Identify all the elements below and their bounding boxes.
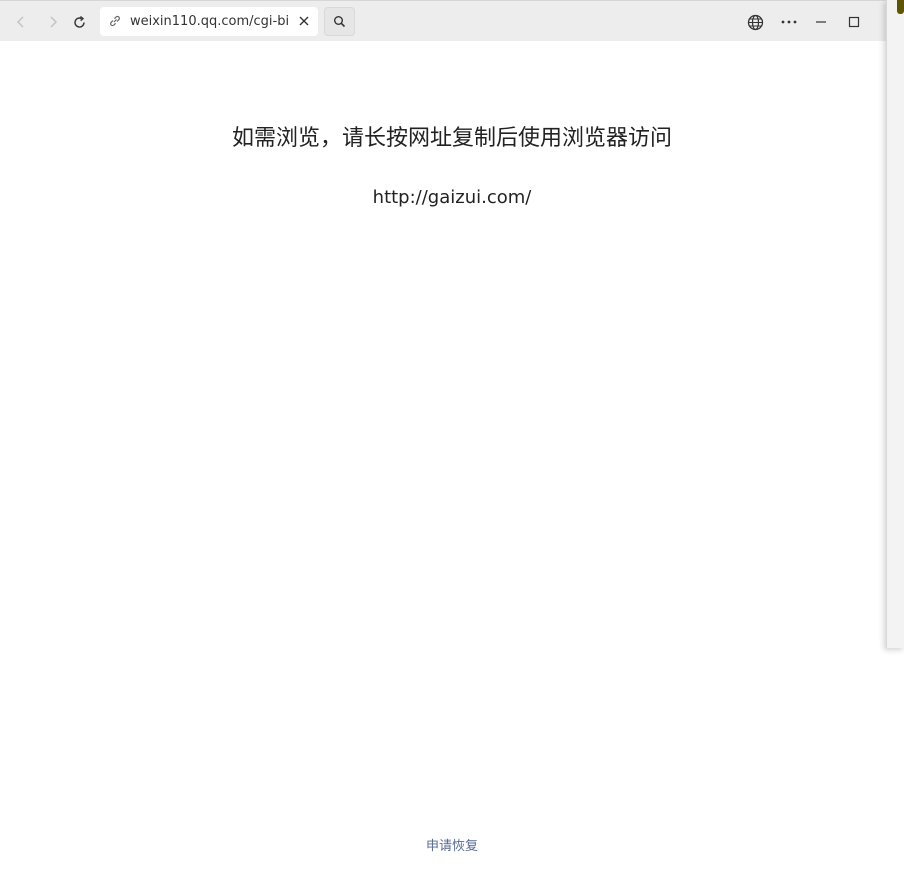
forward-button[interactable] [40, 9, 66, 35]
blocked-url: http://gaizui.com/ [372, 187, 532, 208]
globe-icon [747, 14, 763, 30]
maximize-button[interactable] [841, 9, 867, 35]
refresh-icon [73, 15, 85, 28]
search-icon [334, 16, 346, 28]
address-text[interactable]: weixin110.qq.com/cgi-bin/r [130, 14, 288, 29]
minimize-icon [816, 21, 826, 23]
address-bar[interactable]: weixin110.qq.com/cgi-bin/r [100, 7, 318, 36]
side-panel-edge [886, 0, 904, 648]
appeal-link[interactable]: 申请恢复 [0, 838, 904, 856]
browser-window: weixin110.qq.com/cgi-bin/r [0, 0, 904, 883]
translate-button[interactable] [742, 9, 768, 35]
back-arrow-icon [16, 16, 24, 28]
close-icon[interactable] [298, 15, 310, 27]
forward-arrow-icon [50, 16, 58, 28]
minimize-button[interactable] [808, 9, 834, 35]
search-button[interactable] [324, 7, 355, 36]
side-panel-marker [897, 0, 904, 14]
maximize-icon [848, 16, 860, 28]
more-button[interactable] [776, 9, 802, 35]
browser-toolbar: weixin110.qq.com/cgi-bin/r [0, 0, 904, 41]
back-button[interactable] [8, 9, 34, 35]
link-icon [110, 15, 120, 27]
notice-message: 如需浏览，请长按网址复制后使用浏览器访问 [231, 126, 672, 151]
more-dots-icon [781, 20, 797, 24]
refresh-button[interactable] [66, 9, 92, 35]
